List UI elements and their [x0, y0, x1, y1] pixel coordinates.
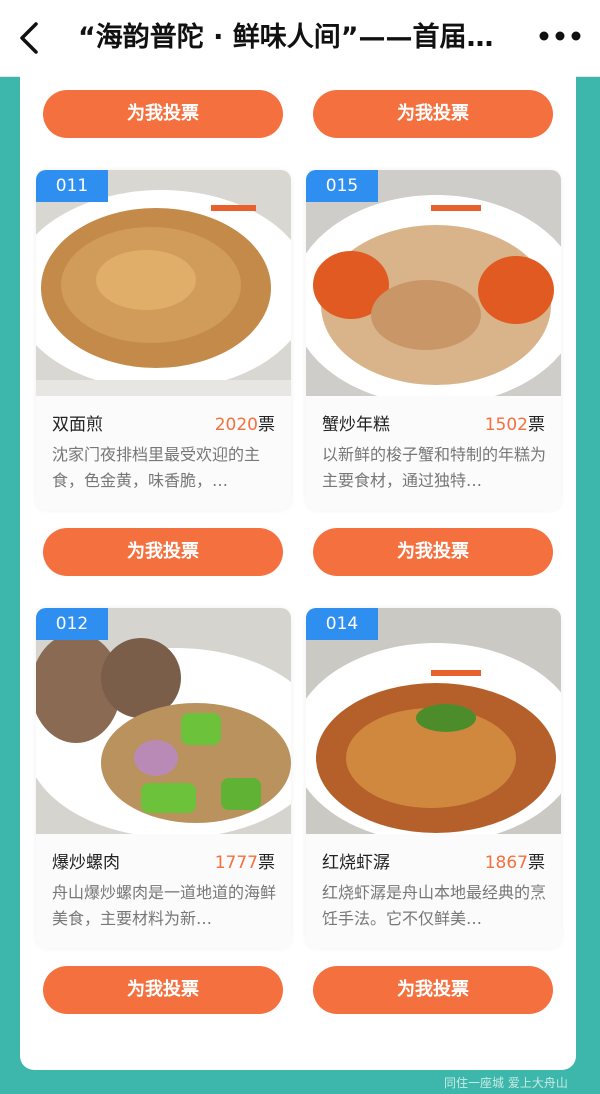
dish-info: 蟹炒年糕 1502票 以新鲜的梭子蟹和特制的年糕为主要食材，通过独特…: [306, 396, 561, 510]
vote-count: 1867票: [484, 853, 545, 873]
dish-description: 红烧虾潺是舟山本地最经典的烹饪手法。它不仅鲜美…: [322, 883, 546, 928]
dish-card[interactable]: 015 蟹炒年糕 1502票 以新鲜的梭子蟹和特制的年糕为主要食材，通过独特…: [306, 170, 561, 510]
dish-info: 双面煎 2020票 沈家门夜排档里最受欢迎的主食，色金黄，味香脆，…: [36, 396, 291, 510]
vote-button[interactable]: 为我投票: [313, 966, 553, 1014]
dish-number-badge: 015: [306, 170, 378, 202]
more-options-icon[interactable]: [538, 26, 582, 46]
vote-button[interactable]: 为我投票: [43, 528, 283, 576]
dish-photo: [36, 608, 291, 834]
dish-photo: [306, 608, 561, 834]
vote-count: 2020票: [214, 415, 275, 435]
top-nav-bar: “海韵普陀 · 鲜味人间”——首届…: [0, 0, 600, 77]
vote-count: 1777票: [214, 853, 275, 873]
page-title: “海韵普陀 · 鲜味人间”——首届…: [78, 22, 494, 53]
dish-number-badge: 011: [36, 170, 108, 202]
dish-card[interactable]: 014 红烧虾潺 1867票 红烧虾潺是舟山本地最经典的烹饪手法。它不仅鲜美…: [306, 608, 561, 948]
dish-info: 红烧虾潺 1867票 红烧虾潺是舟山本地最经典的烹饪手法。它不仅鲜美…: [306, 834, 561, 948]
vote-count: 1502票: [484, 415, 545, 435]
vote-button[interactable]: 为我投票: [43, 90, 283, 138]
watermark-text: 同住一座城 爱上大舟山: [444, 1076, 568, 1090]
back-arrow-icon[interactable]: [14, 18, 48, 58]
vote-button[interactable]: 为我投票: [313, 90, 553, 138]
dish-photo: [306, 170, 561, 396]
dish-photo: [36, 170, 291, 396]
dish-name: 双面煎: [52, 415, 103, 435]
dish-name: 爆炒螺肉: [52, 853, 120, 873]
dish-info: 爆炒螺肉 1777票 舟山爆炒螺肉是一道地道的海鲜美食，主要材料为新…: [36, 834, 291, 948]
dish-name: 蟹炒年糕: [322, 415, 390, 435]
vote-button[interactable]: 为我投票: [43, 966, 283, 1014]
dish-description: 舟山爆炒螺肉是一道地道的海鲜美食，主要材料为新…: [52, 883, 276, 928]
dish-number-badge: 012: [36, 608, 108, 640]
vote-button[interactable]: 为我投票: [313, 528, 553, 576]
dish-card[interactable]: 012 爆炒螺肉 1777票 舟山爆炒螺肉是一道地道的海鲜美食，主要材料为新…: [36, 608, 291, 948]
dish-list-panel: 为我投票 为我投票 011 双面煎 2020票 沈家门夜排档里最受欢迎的主食，色…: [20, 76, 576, 1070]
dish-description: 沈家门夜排档里最受欢迎的主食，色金黄，味香脆，…: [52, 445, 261, 490]
dish-card[interactable]: 011 双面煎 2020票 沈家门夜排档里最受欢迎的主食，色金黄，味香脆，…: [36, 170, 291, 510]
dish-name: 红烧虾潺: [322, 853, 390, 873]
dish-number-badge: 014: [306, 608, 378, 640]
dish-description: 以新鲜的梭子蟹和特制的年糕为主要食材，通过独特…: [322, 445, 546, 490]
